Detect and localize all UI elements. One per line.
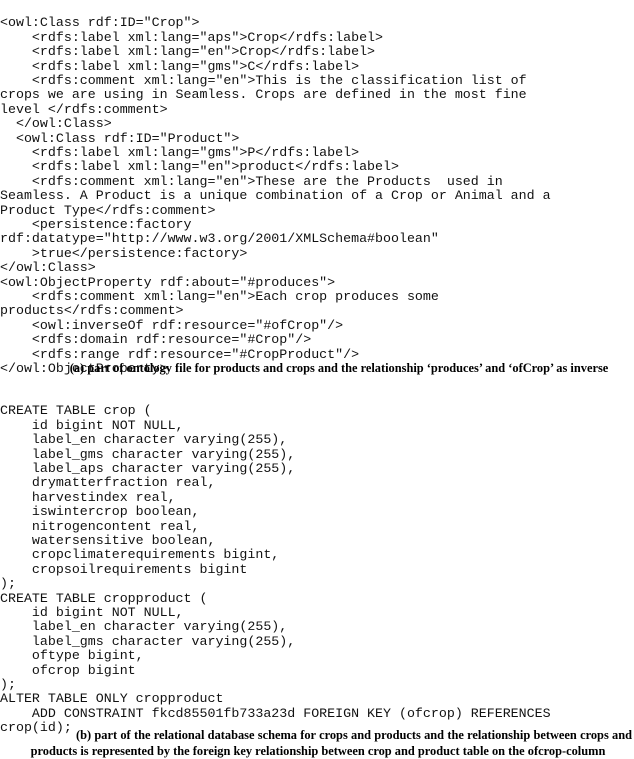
code-line: Product Type</rdfs:comment> <box>0 202 216 218</box>
code-line: >true</persistence:factory> <box>0 245 248 261</box>
code-line: drymatterfraction real, <box>0 475 216 491</box>
code-line: <persistence:factory <box>0 216 192 232</box>
code-line: cropsoilrequirements bigint <box>0 561 248 577</box>
figure-caption-a: (a) part of ontology file for products a… <box>69 361 609 375</box>
code-line: CREATE TABLE cropproduct ( <box>0 590 208 606</box>
code-line: ADD CONSTRAINT fkcd85501fb733a23d FOREIG… <box>0 705 551 721</box>
code-line: <rdfs:comment xml:lang="en">This is the … <box>0 72 527 88</box>
code-line: CREATE TABLE crop ( <box>0 403 152 419</box>
code-line: <rdfs:label xml:lang="en">product</rdfs:… <box>0 159 399 175</box>
code-line: label_en character varying(255), <box>0 619 288 635</box>
code-line: products</rdfs:comment> <box>0 303 184 319</box>
code-line: ofcrop bigint <box>0 662 136 678</box>
code-line: id bigint NOT NULL, <box>0 604 184 620</box>
code-line: crops we are using in Seamless. Crops ar… <box>0 87 527 103</box>
code-line: Seamless. A Product is a unique combinat… <box>0 188 551 204</box>
code-line: label_aps character varying(255), <box>0 460 296 476</box>
code-line: harvestindex real, <box>0 489 176 505</box>
code-line: <owl:Class rdf:ID="Product"> <box>0 130 240 146</box>
code-line: <rdfs:comment xml:lang="en">These are th… <box>0 173 503 189</box>
figure-caption-b: (b) part of the relational database sche… <box>30 728 632 758</box>
code-line: ); <box>0 576 16 592</box>
code-line: <rdfs:label xml:lang="en">Crop</rdfs:lab… <box>0 44 376 60</box>
ontology-code-listing: <owl:Class rdf:ID="Crop"> <rdfs:label xm… <box>0 15 634 376</box>
code-line: <owl:Class rdf:ID="Crop"> <box>0 15 200 31</box>
code-line: </owl:Class> <box>0 116 112 132</box>
code-line: label_gms character varying(255), <box>0 446 296 462</box>
code-line: <owl:ObjectProperty rdf:about="#produces… <box>0 274 336 290</box>
code-line: rdf:datatype="http://www.w3.org/2001/XML… <box>0 231 439 247</box>
code-line: ); <box>0 677 16 693</box>
sql-schema-code-listing: CREATE TABLE crop ( id bigint NOT NULL, … <box>0 403 634 735</box>
code-line: <owl:inverseOf rdf:resource="#ofCrop"/> <box>0 317 344 333</box>
code-line: <rdfs:comment xml:lang="en">Each crop pr… <box>0 289 439 305</box>
code-line: ALTER TABLE ONLY cropproduct <box>0 691 224 707</box>
code-line: cropclimaterequirements bigint, <box>0 547 280 563</box>
code-line: label_gms character varying(255), <box>0 633 296 649</box>
code-line: </owl:Class> <box>0 260 96 276</box>
code-line: <rdfs:label xml:lang="gms">P</rdfs:label… <box>0 144 360 160</box>
code-line: label_en character varying(255), <box>0 432 288 448</box>
code-line: iswintercrop boolean, <box>0 504 200 520</box>
code-line: <rdfs:label xml:lang="aps">Crop</rdfs:la… <box>0 29 384 45</box>
code-line: watersensitive boolean, <box>0 532 216 548</box>
code-line: <rdfs:domain rdf:resource="#Crop"/> <box>0 332 312 348</box>
code-line: <rdfs:label xml:lang="gms">C</rdfs:label… <box>0 58 360 74</box>
code-line: oftype bigint, <box>0 648 144 664</box>
code-line: nitrogencontent real, <box>0 518 200 534</box>
code-line: level </rdfs:comment> <box>0 101 168 117</box>
code-line: id bigint NOT NULL, <box>0 417 184 433</box>
